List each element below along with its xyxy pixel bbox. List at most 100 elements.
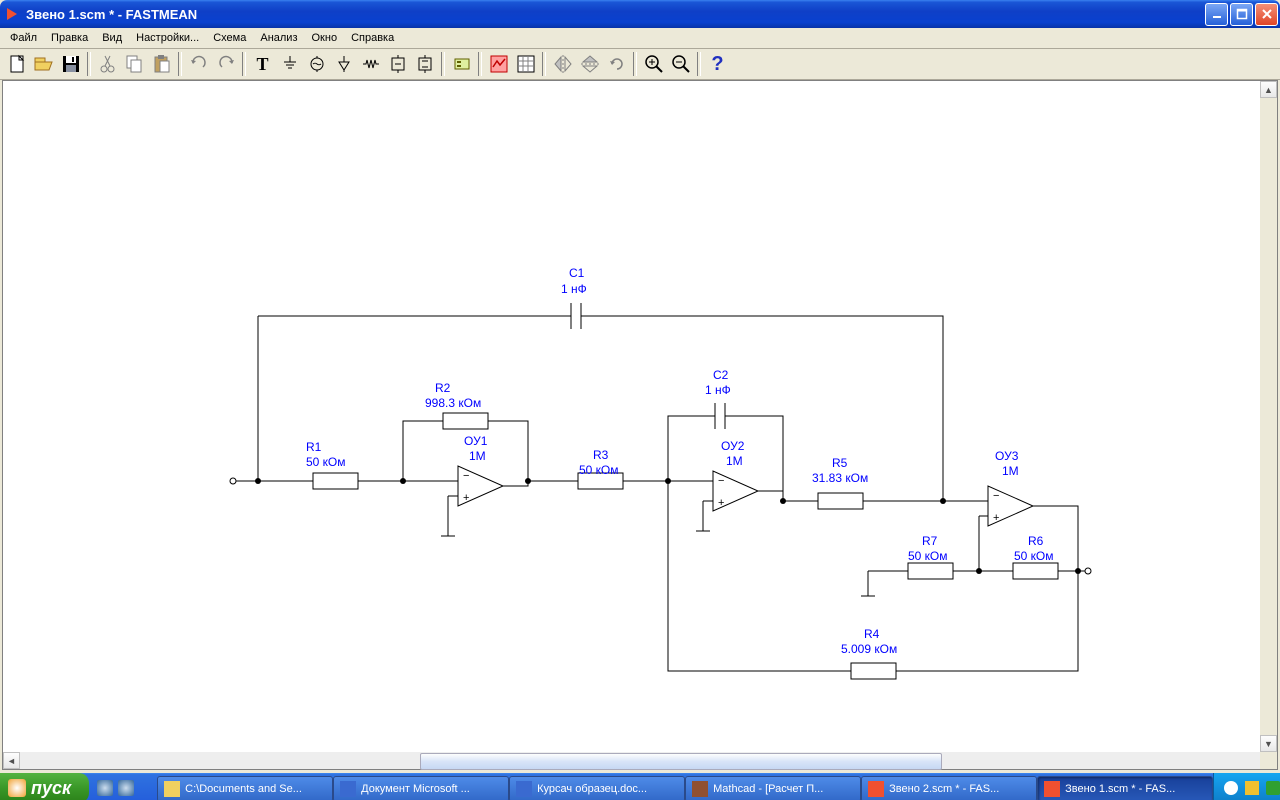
menu-file[interactable]: Файл — [3, 30, 44, 46]
label-OY2-name: ОУ2 — [721, 439, 745, 453]
resistor-button[interactable] — [357, 51, 384, 78]
label-R1-name: R1 — [306, 440, 322, 454]
label-R3-name: R3 — [593, 448, 609, 462]
system-tray: Ru 14:44 — [1213, 773, 1280, 800]
rotate-button[interactable] — [603, 51, 630, 78]
app-icon — [5, 6, 21, 22]
menu-help[interactable]: Справка — [344, 30, 401, 46]
label-OY3-name: ОУ3 — [995, 449, 1019, 463]
schematic-canvas[interactable]: C1 1 нФ R1 50 кОм R2 998.3 кОм −+ ОУ1 1М… — [2, 80, 1278, 770]
task-item[interactable]: C:\Documents and Se... — [157, 776, 333, 800]
menu-view[interactable]: Вид — [95, 30, 129, 46]
mathcad-icon — [692, 781, 708, 797]
tray-icon[interactable] — [1224, 781, 1238, 795]
label-R3-val: 50 кОм — [579, 463, 619, 477]
separator-icon — [478, 52, 482, 76]
separator-icon — [242, 52, 246, 76]
label-R2-name: R2 — [435, 381, 451, 395]
text-button[interactable]: T — [249, 51, 276, 78]
fastmean-icon — [1044, 781, 1060, 797]
label-R1-val: 50 кОм — [306, 455, 346, 469]
label-OY1-name: ОУ1 — [464, 434, 488, 448]
task-item[interactable]: Документ Microsoft ... — [333, 776, 509, 800]
label-C1-val: 1 нФ — [561, 282, 587, 296]
new-file-button[interactable] — [3, 51, 30, 78]
zoom-out-button[interactable] — [667, 51, 694, 78]
tray-icon[interactable] — [1245, 781, 1259, 795]
undo-button[interactable] — [185, 51, 212, 78]
task-item-active[interactable]: Звено 1.scm * - FAS... — [1037, 776, 1213, 800]
copy-button[interactable] — [121, 51, 148, 78]
label-R4-val: 5.009 кОм — [841, 642, 897, 656]
svg-text:−: − — [993, 490, 999, 502]
redo-button[interactable] — [212, 51, 239, 78]
close-button[interactable] — [1255, 3, 1278, 26]
help-button[interactable]: ? — [704, 51, 731, 78]
ground-button[interactable] — [276, 51, 303, 78]
windows-logo-icon — [8, 779, 26, 797]
toolbar: T ? — [0, 49, 1280, 80]
label-C2-val: 1 нФ — [705, 383, 731, 397]
title-bar: Звено 1.scm * - FASTMEAN — [0, 0, 1280, 28]
vertical-scrollbar[interactable]: ▲ ▼ — [1260, 81, 1277, 752]
svg-text:+: + — [718, 497, 724, 509]
save-file-button[interactable] — [57, 51, 84, 78]
label-C2-name: C2 — [713, 368, 729, 382]
label-R5-val: 31.83 кОм — [812, 471, 868, 485]
label-OY3-val: 1М — [1002, 464, 1019, 478]
horizontal-scrollbar[interactable]: ◄ ► — [3, 752, 1277, 769]
scroll-corner — [1260, 752, 1277, 769]
label-OY2-val: 1М — [726, 454, 743, 468]
start-button[interactable]: пуск — [0, 773, 89, 800]
probe-button[interactable] — [330, 51, 357, 78]
scroll-down-icon[interactable]: ▼ — [1260, 735, 1277, 752]
paste-button[interactable] — [148, 51, 175, 78]
svg-text:+: + — [993, 512, 999, 524]
element1-button[interactable] — [384, 51, 411, 78]
task-item[interactable]: Mathcad - [Расчет П... — [685, 776, 861, 800]
task-item[interactable]: Курсач образец.doc... — [509, 776, 685, 800]
svg-text:−: − — [718, 475, 724, 487]
svg-text:−: − — [463, 470, 469, 482]
separator-icon — [87, 52, 91, 76]
element2-button[interactable] — [411, 51, 438, 78]
scroll-left-icon[interactable]: ◄ — [3, 752, 20, 769]
task-items: C:\Documents and Se... Документ Microsof… — [142, 773, 1213, 800]
word-icon — [340, 781, 356, 797]
start-label: пуск — [31, 778, 71, 799]
window-title: Звено 1.scm * - FASTMEAN — [26, 7, 197, 22]
menu-analysis[interactable]: Анализ — [253, 30, 304, 46]
task-item[interactable]: Звено 2.scm * - FAS... — [861, 776, 1037, 800]
flip-v-button[interactable] — [576, 51, 603, 78]
separator-icon — [441, 52, 445, 76]
menu-settings[interactable]: Настройки... — [129, 30, 206, 46]
tray-icon[interactable] — [1266, 781, 1280, 795]
minimize-button[interactable] — [1205, 3, 1228, 26]
quicklaunch-icon[interactable] — [97, 780, 113, 796]
source-button[interactable] — [303, 51, 330, 78]
label-R6-name: R6 — [1028, 534, 1044, 548]
svg-text:+: + — [463, 492, 469, 504]
component-button[interactable] — [448, 51, 475, 78]
zoom-in-button[interactable] — [640, 51, 667, 78]
maximize-button[interactable] — [1230, 3, 1253, 26]
fastmean-icon — [868, 781, 884, 797]
separator-icon — [697, 52, 701, 76]
label-R2-val: 998.3 кОм — [425, 396, 481, 410]
menu-edit[interactable]: Правка — [44, 30, 95, 46]
plot-red-button[interactable] — [485, 51, 512, 78]
label-R7-val: 50 кОм — [908, 549, 948, 563]
cut-button[interactable] — [94, 51, 121, 78]
separator-icon — [178, 52, 182, 76]
plot-grid-button[interactable] — [512, 51, 539, 78]
quicklaunch-icon[interactable] — [118, 780, 134, 796]
scroll-thumb[interactable] — [420, 753, 942, 770]
open-file-button[interactable] — [30, 51, 57, 78]
flip-h-button[interactable] — [549, 51, 576, 78]
label-R4-name: R4 — [864, 627, 880, 641]
menu-scheme[interactable]: Схема — [206, 30, 253, 46]
menu-window[interactable]: Окно — [305, 30, 345, 46]
separator-icon — [633, 52, 637, 76]
scroll-up-icon[interactable]: ▲ — [1260, 81, 1277, 98]
label-R5-name: R5 — [832, 456, 848, 470]
